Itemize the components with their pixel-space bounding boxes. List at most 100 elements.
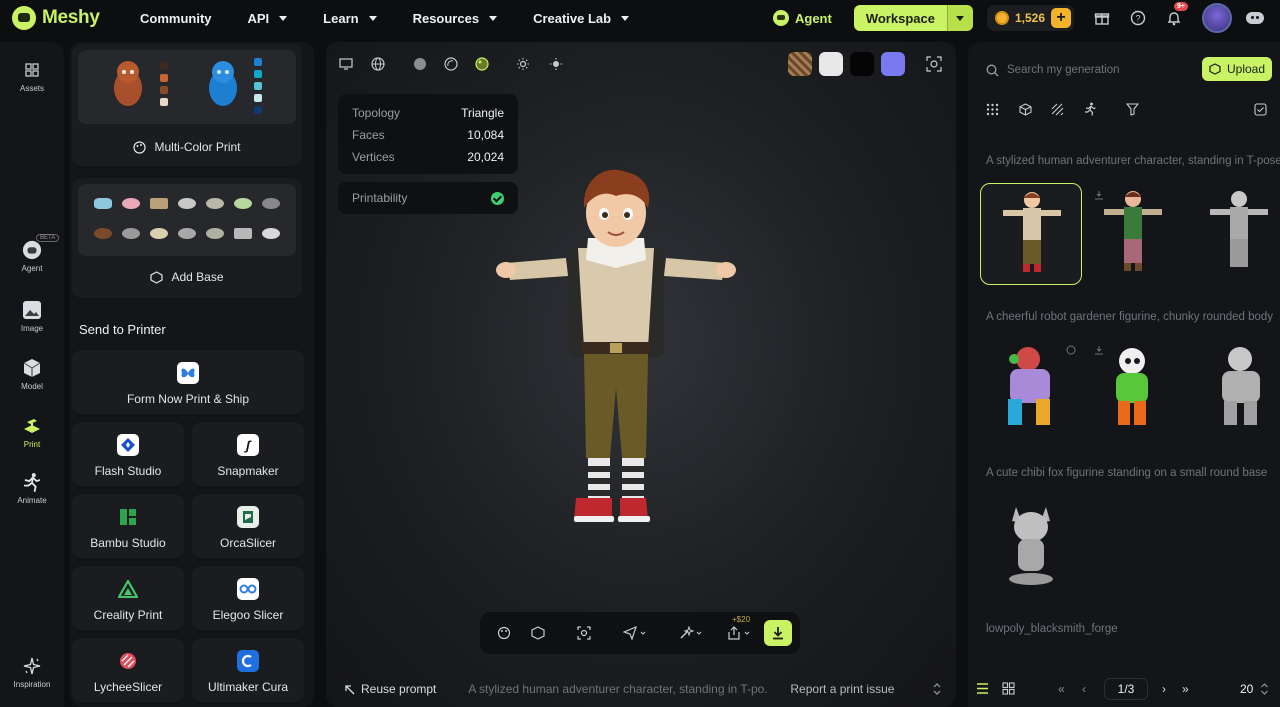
mesh-stats-panel: Topology Triangle Faces 10,084 Vertices 20,… [338, 94, 518, 174]
outline-sphere-icon [444, 57, 458, 71]
light-button[interactable] [513, 54, 533, 74]
material-roughness[interactable] [819, 52, 843, 76]
rail-item-animate[interactable]: Animate [0, 472, 64, 505]
chevron-down-icon [279, 15, 288, 21]
nav-creative-lab[interactable]: Creative Lab [515, 11, 647, 26]
select-mode-button[interactable] [1251, 100, 1269, 118]
screenshot-button[interactable] [574, 623, 594, 643]
clay-shading-button[interactable] [441, 54, 461, 74]
help-button[interactable]: ? [1120, 0, 1156, 36]
solid-shading-button[interactable] [410, 54, 430, 74]
search-input[interactable] [1007, 64, 1167, 76]
filter-textures-button[interactable] [1048, 100, 1066, 118]
expand-icon[interactable] [932, 683, 942, 695]
filter-animations-button[interactable] [1081, 100, 1099, 118]
download-small-icon[interactable] [1094, 345, 1104, 355]
printability-status[interactable]: Printability [338, 182, 518, 214]
download-small-icon[interactable] [1094, 190, 1104, 200]
display-mode-button[interactable] [336, 54, 356, 74]
filter-all-button[interactable] [983, 100, 1001, 118]
remesh-menu-button[interactable] [676, 623, 706, 643]
first-page-button[interactable]: « [1058, 682, 1065, 696]
logo[interactable]: Meshy [12, 6, 102, 30]
base-preset-disk [262, 228, 280, 239]
rail-item-print[interactable]: Print [0, 416, 64, 449]
palette-small-icon[interactable] [1066, 345, 1076, 355]
slicer-orcaslicer[interactable]: OrcaSlicer [192, 494, 304, 558]
slicer-creality-print[interactable]: Creality Print [72, 566, 184, 630]
form-now-button[interactable]: Form Now Print & Ship [72, 350, 304, 414]
material-metallic[interactable] [850, 52, 874, 76]
rail-label: Model [21, 382, 43, 391]
model-viewport[interactable]: Topology Triangle Faces 10,084 Vertices 20,… [326, 42, 956, 707]
rail-item-assets[interactable]: Assets [0, 60, 64, 93]
hatch-icon [1051, 103, 1063, 115]
base-preset-diamond [234, 228, 252, 239]
nav-learn[interactable]: Learn [305, 11, 394, 26]
checkbox-icon [1253, 102, 1267, 116]
nav-community[interactable]: Community [122, 11, 230, 26]
rail-item-agent[interactable]: BETA Agent [0, 234, 64, 273]
send-icon [623, 626, 646, 640]
rail-label: Agent [21, 264, 43, 273]
slicer-flash-studio[interactable]: Flash Studio [72, 422, 184, 486]
avatar[interactable] [1202, 3, 1232, 33]
generation-thumb-selected[interactable] [980, 183, 1082, 285]
slicer-snapmaker[interactable]: ʃ Snapmaker [192, 422, 304, 486]
chevron-down-icon [489, 15, 498, 21]
multicolor-print-card[interactable]: Multi-Color Print [72, 44, 302, 166]
page-indicator[interactable]: 1/3 [1104, 678, 1148, 700]
add-credits-button[interactable]: + [1051, 8, 1071, 28]
color-swatch [160, 62, 168, 70]
base-tool-button[interactable] [528, 623, 548, 643]
reset-view-button[interactable] [924, 54, 944, 74]
filter-models-button[interactable] [1016, 100, 1034, 118]
wireframe-button[interactable] [368, 54, 388, 74]
upload-button[interactable]: Upload [1202, 57, 1272, 81]
texture-tool-button[interactable] [494, 623, 514, 643]
upload-label: Upload [1226, 62, 1266, 76]
slicer-bambu-studio[interactable]: Bambu Studio [72, 494, 184, 558]
download-button[interactable] [764, 620, 792, 646]
grid-view-icon[interactable] [1002, 682, 1015, 695]
environment-button[interactable] [546, 54, 566, 74]
agent-button[interactable]: Agent [772, 10, 832, 26]
slicer-lychee[interactable]: LycheeSlicer [72, 638, 184, 702]
magic-wand-icon [680, 626, 702, 639]
palette-icon [497, 626, 511, 640]
report-print-issue-link[interactable]: Report a print issue [790, 682, 894, 696]
texture-shading-button[interactable] [472, 54, 492, 74]
discord-icon[interactable] [1246, 12, 1264, 24]
nav-resources[interactable]: Resources [395, 11, 515, 26]
send-menu-button[interactable] [620, 623, 650, 643]
material-normal[interactable] [881, 52, 905, 76]
cura-icon [237, 650, 259, 672]
slicer-ultimaker-cura[interactable]: Ultimaker Cura [192, 638, 304, 702]
add-base-card[interactable]: Add Base [72, 178, 302, 298]
generation-thumb[interactable] [1184, 183, 1280, 285]
generation-thumb[interactable] [980, 493, 1082, 595]
chevron-updown-icon[interactable] [1260, 683, 1269, 695]
last-page-button[interactable]: » [1182, 682, 1189, 696]
next-page-button[interactable]: › [1162, 682, 1166, 696]
rail-item-model[interactable]: Model [0, 358, 64, 391]
material-base-color[interactable] [788, 52, 812, 76]
workspace-button[interactable]: Workspace [853, 5, 947, 31]
flash-studio-icon [117, 434, 139, 456]
workspace-menu-button[interactable] [946, 5, 973, 31]
rail-item-image[interactable]: Image [0, 300, 64, 333]
generation-thumb[interactable] [1184, 339, 1280, 441]
nav-api[interactable]: API [230, 11, 306, 26]
per-page-select[interactable]: 20 [1240, 682, 1253, 696]
filter-button[interactable] [1123, 100, 1141, 118]
gift-button[interactable] [1084, 0, 1120, 36]
rail-item-inspiration[interactable]: Inspiration [0, 656, 64, 689]
prev-page-button[interactable]: ‹ [1082, 682, 1086, 696]
top-bar: Meshy Community API Learn Resources Crea… [0, 0, 1280, 36]
stat-faces: Faces 10,084 [352, 124, 504, 146]
share-menu-button[interactable] [724, 623, 754, 643]
notifications-button[interactable]: 9+ [1156, 0, 1192, 36]
list-view-icon[interactable] [976, 683, 989, 694]
reuse-prompt-button[interactable]: Reuse prompt [344, 682, 436, 696]
slicer-elegoo[interactable]: Elegoo Slicer [192, 566, 304, 630]
